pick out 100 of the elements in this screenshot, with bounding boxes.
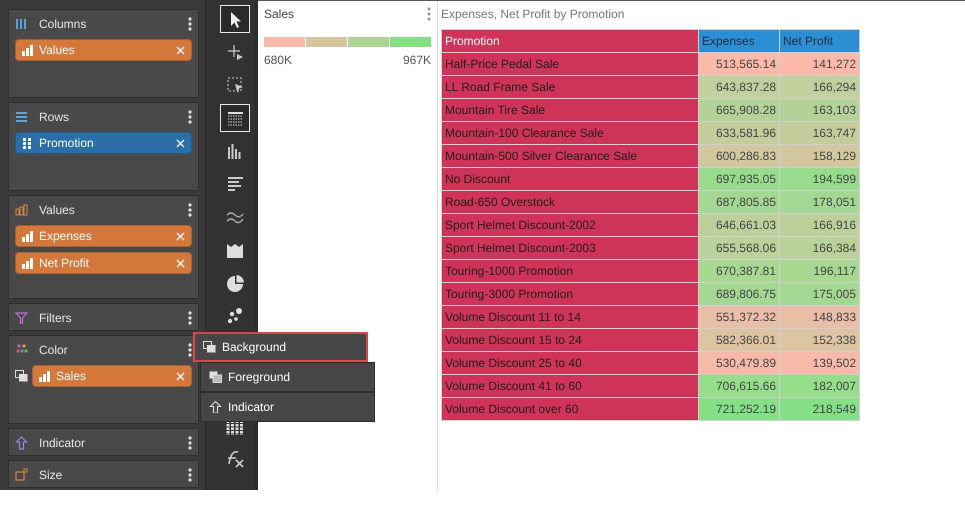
table-cell: 600,286.83 [698, 144, 780, 168]
bar-chart-icon [39, 370, 50, 382]
bar-chart-icon [22, 230, 33, 242]
table-title: Expenses, Net Profit by Promotion [441, 6, 626, 23]
panel-title: Rows [39, 109, 70, 126]
panel-title: Filters [39, 310, 73, 327]
table-cell: 148,833 [780, 306, 860, 328]
table-cell: Sport Helmet Discount-2002 [442, 214, 698, 236]
table-cell: 646,661.03 [698, 214, 780, 236]
more-icon[interactable] [188, 203, 192, 217]
field-chip[interactable]: Values [15, 39, 192, 61]
rows-icon [15, 110, 28, 124]
field-chip[interactable]: Expenses [15, 225, 192, 247]
scale-max-label: 967K [402, 52, 431, 69]
table-cell: 141,272 [780, 52, 860, 76]
arrow-up-icon [15, 436, 28, 450]
column-header[interactable]: Net Profit [780, 30, 860, 52]
table-cell: 178,051 [780, 190, 860, 214]
column-header[interactable]: Expenses [698, 30, 780, 52]
table-cell: 163,747 [780, 122, 860, 144]
table-cell: LL Road Frame Sale [442, 76, 698, 98]
table-cell: 513,565.14 [698, 52, 780, 76]
bar-chart-icon [22, 44, 33, 56]
grid-icon [22, 138, 33, 148]
columns-icon [15, 17, 28, 31]
more-icon[interactable] [188, 17, 192, 31]
toolbar-button[interactable] [220, 5, 250, 33]
panel-title: Color [39, 342, 69, 359]
table-cell: 530,479.89 [698, 352, 780, 374]
table-cell: 689,806.75 [698, 282, 780, 306]
layers-icon [15, 370, 28, 382]
more-icon[interactable] [188, 311, 192, 325]
table-cell: Half-Price Pedal Sale [442, 52, 698, 76]
size-icon [15, 468, 28, 482]
bar-chart-icon [22, 258, 33, 268]
table-cell: 166,384 [780, 236, 860, 260]
close-icon[interactable] [176, 258, 185, 268]
layers-icon [209, 371, 222, 383]
panel-title: Size [39, 467, 64, 484]
table-cell: 196,117 [780, 260, 860, 282]
table-cell: Touring-1000 Promotion [442, 260, 698, 282]
legend-title: Sales [264, 6, 294, 23]
table-cell: 670,387.81 [698, 260, 780, 282]
close-icon[interactable] [176, 46, 185, 54]
table-cell: 643,837.28 [698, 76, 780, 98]
table-cell: 687,805.85 [698, 190, 780, 214]
table-cell: 655,568.06 [698, 236, 780, 260]
table-cell: Touring-3000 Promotion [442, 282, 698, 306]
table-cell: 633,581.96 [698, 122, 780, 144]
table-cell: Mountain Tire Sale [442, 98, 698, 122]
menu-item[interactable]: Background [193, 332, 368, 362]
panel-title: Columns [39, 16, 88, 33]
table-cell: Volume Discount 25 to 40 [442, 352, 698, 374]
more-icon[interactable] [188, 110, 192, 124]
more-icon[interactable] [188, 436, 192, 450]
table-cell: 166,294 [780, 76, 860, 98]
column-header[interactable]: Promotion [442, 30, 698, 52]
table-cell: 697,935.05 [698, 168, 780, 190]
panel-title: Indicator [39, 435, 86, 452]
bar-chart-icon [15, 203, 28, 217]
table-cell: Volume Discount 41 to 60 [442, 374, 698, 398]
table-cell: 166,916 [780, 214, 860, 236]
table-cell: 721,252.19 [698, 398, 780, 420]
more-icon[interactable] [188, 468, 192, 482]
table-cell: Volume Discount 15 to 24 [442, 328, 698, 352]
scale-min-label: 680K [264, 52, 292, 69]
table-cell: 182,007 [780, 374, 860, 398]
layers-icon [203, 341, 216, 353]
close-icon[interactable] [176, 232, 185, 240]
field-chip[interactable]: Net Profit [15, 252, 192, 274]
table-cell: 175,005 [780, 282, 860, 306]
table-cell: 551,372.32 [698, 306, 780, 328]
close-icon[interactable] [176, 372, 185, 380]
more-icon[interactable] [188, 343, 192, 357]
table-cell: 706,615.66 [698, 374, 780, 398]
arrow-up-icon [209, 401, 222, 413]
panel-title: Values [39, 202, 76, 219]
menu-item[interactable]: Foreground [200, 362, 375, 392]
table-cell: Sport Helmet Discount-2003 [442, 236, 698, 260]
menu-item[interactable]: Indicator [200, 392, 375, 422]
field-chip[interactable]: Sales [32, 365, 192, 387]
filter-icon [15, 311, 28, 325]
close-icon[interactable] [176, 138, 185, 148]
table-cell: 194,599 [780, 168, 860, 190]
table-cell: 158,129 [780, 144, 860, 168]
table-cell: 139,502 [780, 352, 860, 374]
table-cell: Road-650 Overstock [442, 190, 698, 214]
table-cell: Mountain-500 Silver Clearance Sale [442, 144, 698, 168]
table-cell: Volume Discount over 60 [442, 398, 698, 420]
table-cell: 218,549 [780, 398, 860, 420]
table-cell: No Discount [442, 168, 698, 190]
table-cell: Mountain-100 Clearance Sale [442, 122, 698, 144]
table-cell: 582,366.01 [698, 328, 780, 352]
toolbar-button[interactable] [220, 104, 250, 132]
table-cell: 163,103 [780, 98, 860, 122]
field-chip[interactable]: Promotion [15, 132, 192, 154]
table-cell: 665,908.28 [698, 98, 780, 122]
table-cell: 152,338 [780, 328, 860, 352]
more-icon[interactable] [427, 7, 431, 21]
table-cell: Volume Discount 11 to 14 [442, 306, 698, 328]
